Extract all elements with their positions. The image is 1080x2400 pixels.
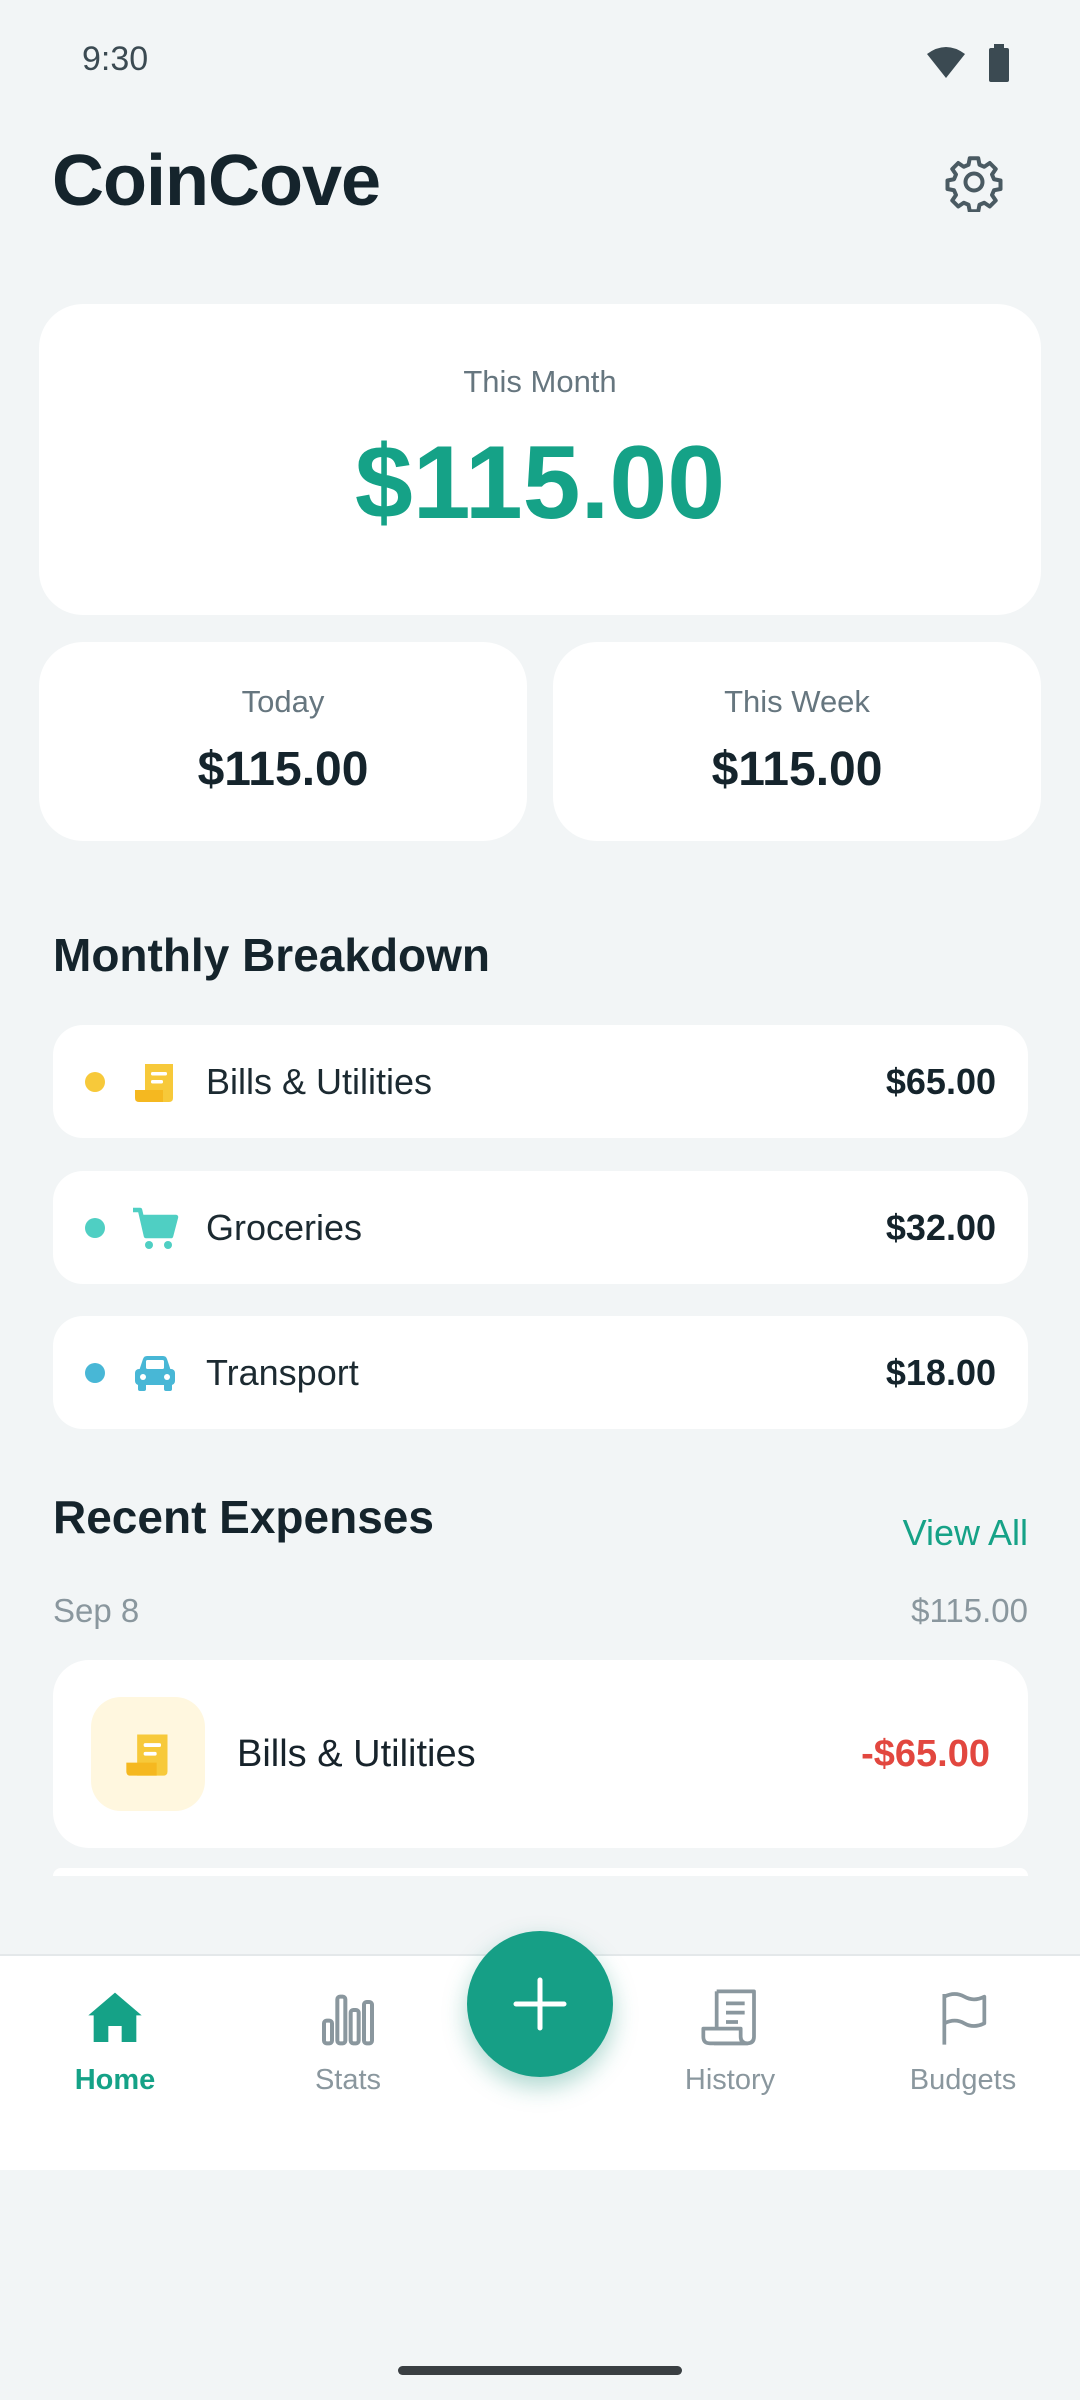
this-month-value: $115.00 [354, 425, 726, 541]
today-card: Today $115.00 [39, 642, 527, 841]
expense-item[interactable]: Bills & Utilities -$65.00 [53, 1660, 1028, 1848]
breakdown-row-transport[interactable]: Transport $18.00 [53, 1316, 1028, 1429]
gear-icon [945, 156, 1003, 214]
this-week-value: $115.00 [711, 743, 883, 796]
nav-stats-label: Stats [314, 2064, 382, 2096]
add-expense-button[interactable] [467, 1931, 613, 2077]
history-receipt-icon [701, 1989, 756, 2046]
nav-budgets-label: Budgets [909, 2064, 1017, 2096]
breakdown-name: Groceries [206, 1207, 363, 1248]
receipt-icon [135, 1064, 173, 1102]
plus-icon [513, 1977, 567, 2031]
expense-date-total: $115.00 [911, 1592, 1028, 1629]
status-time: 9:30 [82, 40, 149, 78]
receipt-icon [126, 1734, 168, 1776]
expense-icon-container [91, 1697, 205, 1811]
breakdown-name: Transport [206, 1352, 359, 1393]
breakdown-row-bills[interactable]: Bills & Utilities $65.00 [53, 1025, 1028, 1138]
today-label: Today [241, 684, 325, 719]
nav-home-label: Home [74, 2064, 156, 2096]
category-color-dot [85, 1072, 105, 1092]
breakdown-row-groceries[interactable]: Groceries $32.00 [53, 1171, 1028, 1284]
cart-icon [133, 1207, 179, 1249]
flag-icon [942, 1992, 987, 2045]
recent-expenses-title: Recent Expenses [53, 1491, 434, 1543]
car-icon [135, 1356, 175, 1391]
status-icons [926, 44, 1010, 82]
nav-history[interactable]: History [640, 1986, 820, 2097]
wifi-icon [927, 47, 965, 78]
expense-date: Sep 8 [53, 1592, 140, 1629]
today-value: $115.00 [197, 743, 369, 796]
breakdown-amount: $65.00 [885, 1061, 996, 1102]
expense-name: Bills & Utilities [237, 1733, 476, 1775]
home-icon [88, 1992, 142, 2042]
breakdown-name: Bills & Utilities [206, 1061, 433, 1102]
settings-button[interactable] [944, 152, 1004, 214]
monthly-breakdown-title: Monthly Breakdown [53, 929, 491, 981]
bar-chart-icon [322, 1994, 374, 2046]
this-week-label: This Week [724, 684, 870, 719]
view-all-link[interactable]: View All [903, 1512, 1028, 1554]
app-title: CoinCove [52, 141, 381, 221]
battery-icon [989, 44, 1009, 82]
nav-stats[interactable]: Stats [258, 1986, 438, 2097]
category-color-dot [85, 1218, 105, 1238]
this-month-card: This Month $115.00 [39, 304, 1041, 615]
expense-amount: -$65.00 [861, 1733, 990, 1775]
nav-budgets[interactable]: Budgets [873, 1986, 1053, 2097]
breakdown-amount: $18.00 [885, 1352, 996, 1393]
home-indicator[interactable] [398, 2366, 682, 2375]
next-expense-card-edge [53, 1868, 1028, 1876]
nav-history-label: History [684, 2064, 776, 2096]
category-color-dot [85, 1363, 105, 1383]
this-month-label: This Month [463, 364, 617, 399]
nav-home[interactable]: Home [25, 1986, 205, 2097]
this-week-card: This Week $115.00 [553, 642, 1041, 841]
breakdown-amount: $32.00 [885, 1207, 996, 1248]
